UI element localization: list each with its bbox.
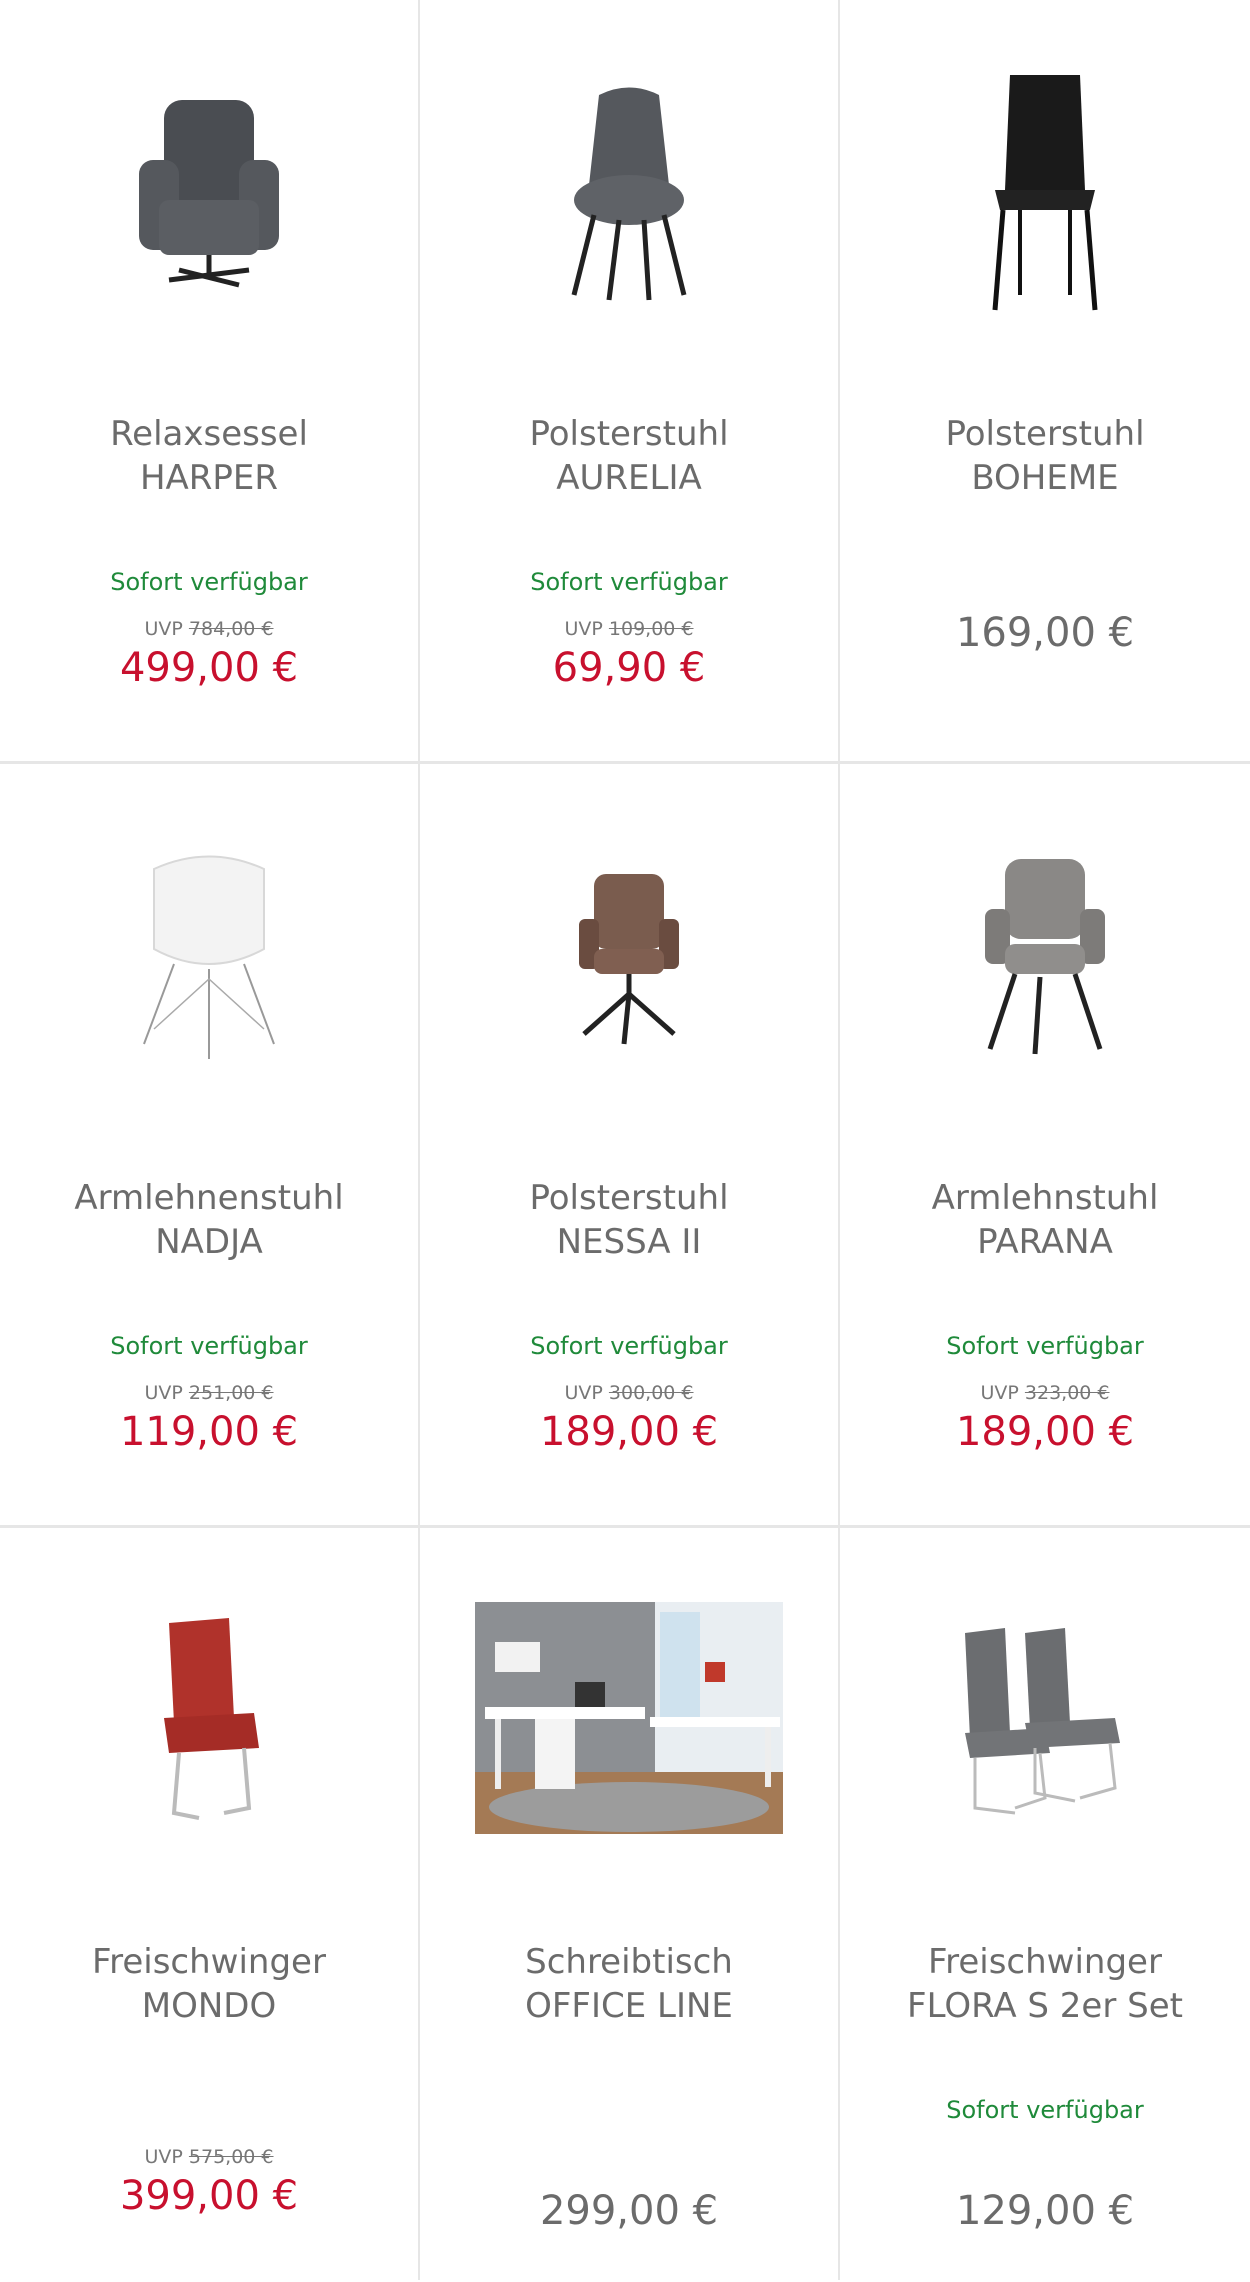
product-image-chair[interactable]	[420, 764, 838, 1144]
uvp-price: UVP 251,00 €	[144, 1382, 274, 1404]
availability-label: Sofort verfügbar	[110, 1332, 308, 1360]
product-name[interactable]: Relaxsessel HARPER	[0, 412, 418, 500]
chair-icon	[579, 874, 679, 1045]
product-card[interactable]: Freischwinger MONDO UVP 575,00 € 399,00 €	[0, 1528, 418, 2280]
price: 169,00 €	[955, 610, 1135, 656]
product-grid: Relaxsessel HARPER Sofort verfügbar UVP 7…	[0, 0, 1250, 2280]
product-name[interactable]: Polsterstuhl BOHEME	[840, 412, 1250, 500]
product-card[interactable]: Armlehnstuhl PARANA Sofort verfügbar UVP …	[840, 764, 1250, 1525]
product-image-chair[interactable]	[840, 0, 1250, 380]
uvp-price: UVP 575,00 €	[144, 2146, 274, 2168]
chair-icon	[571, 87, 687, 301]
cantilever-chair-icon	[965, 1628, 1120, 1815]
product-name[interactable]: Schreibtisch OFFICE LINE	[420, 1940, 838, 2028]
sale-price: 69,90 €	[552, 645, 706, 691]
armchair-icon	[139, 100, 279, 288]
product-image-cantilever-chair[interactable]	[0, 1528, 418, 1908]
product-name[interactable]: Polsterstuhl AURELIA	[420, 412, 838, 500]
availability-label: Sofort verfügbar	[530, 1332, 728, 1360]
product-card[interactable]: Schreibtisch OFFICE LINE 299,00 €	[420, 1528, 838, 2280]
availability-label: Sofort verfügbar	[946, 1332, 1144, 1360]
uvp-price: UVP 300,00 €	[564, 1382, 694, 1404]
product-name[interactable]: Armlehnenstuhl NADJA	[0, 1176, 418, 1264]
sale-price: 499,00 €	[119, 645, 299, 691]
sale-price: 189,00 €	[955, 1409, 1135, 1455]
product-card[interactable]: Polsterstuhl BOHEME 169,00 €	[840, 0, 1250, 761]
price: 299,00 €	[539, 2188, 719, 2234]
product-name[interactable]: Polsterstuhl NESSA II	[420, 1176, 838, 1264]
sale-price: 119,00 €	[119, 1409, 299, 1455]
sale-price: 189,00 €	[539, 1409, 719, 1455]
product-image-armchair[interactable]	[0, 0, 418, 380]
product-card[interactable]: Polsterstuhl AURELIA Sofort verfügbar UVP…	[420, 0, 838, 761]
product-card[interactable]: Polsterstuhl NESSA II Sofort verfügbar UV…	[420, 764, 838, 1525]
chair-icon	[143, 855, 275, 1059]
product-name[interactable]: Freischwinger MONDO	[0, 1940, 418, 2028]
availability-label: Sofort verfügbar	[530, 568, 728, 596]
availability-label: Sofort verfügbar	[946, 2096, 1144, 2124]
product-image-desk[interactable]	[420, 1528, 838, 1908]
product-name[interactable]: Armlehnstuhl PARANA	[840, 1176, 1250, 1264]
chair-icon	[992, 75, 1098, 311]
product-image-chair[interactable]	[420, 0, 838, 380]
sale-price: 399,00 €	[119, 2173, 299, 2219]
product-image-chair[interactable]	[0, 764, 418, 1144]
product-card[interactable]: Armlehnenstuhl NADJA Sofort verfügbar UVP…	[0, 764, 418, 1525]
cantilever-chair-icon	[164, 1618, 259, 1820]
chair-icon	[985, 859, 1105, 1055]
price: 129,00 €	[955, 2188, 1135, 2234]
uvp-price: UVP 109,00 €	[564, 618, 694, 640]
product-image-chair[interactable]	[840, 764, 1250, 1144]
availability-label: Sofort verfügbar	[110, 568, 308, 596]
product-card[interactable]: Relaxsessel HARPER Sofort verfügbar UVP 7…	[0, 0, 418, 761]
uvp-price: UVP 323,00 €	[980, 1382, 1110, 1404]
desk-icon	[475, 1602, 783, 1834]
product-card[interactable]: Freischwinger FLORA S 2er Set Sofort verf…	[840, 1528, 1250, 2280]
product-image-cantilever-chair-set[interactable]	[840, 1528, 1250, 1908]
uvp-price: UVP 784,00 €	[144, 618, 274, 640]
product-name[interactable]: Freischwinger FLORA S 2er Set	[840, 1940, 1250, 2028]
